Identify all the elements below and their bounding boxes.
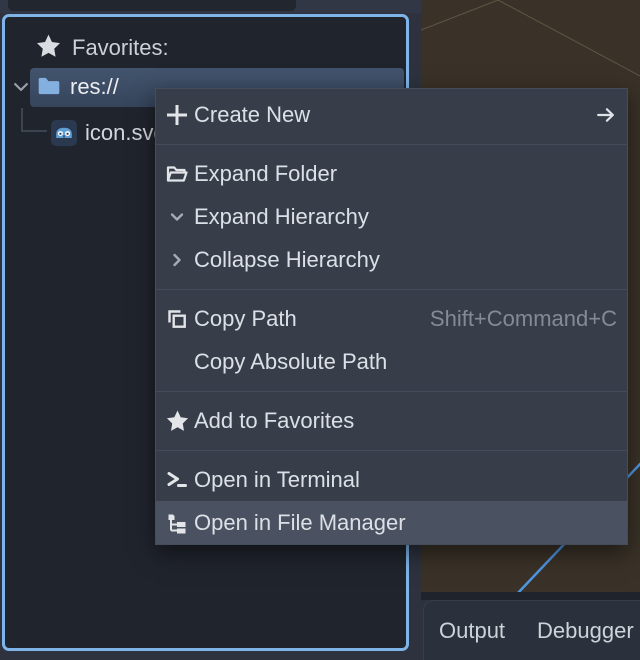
copy-icon [164,307,190,331]
tab-debugger[interactable]: Debugger [537,618,634,644]
menu-item-label: Create New [194,102,310,128]
dock-gap [421,592,640,600]
menu-item-label: Copy Absolute Path [194,349,387,375]
menu-item-expand-folder[interactable]: Expand Folder [156,152,627,195]
menu-item-expand-hierarchy[interactable]: Expand Hierarchy [156,195,627,238]
menu-item-label: Add to Favorites [194,408,354,434]
menu-separator [156,442,627,458]
menu-item-label: Expand Folder [194,161,337,187]
chevron-down-icon [164,207,190,227]
plus-icon [164,103,190,127]
favorites-label: Favorites: [72,35,169,61]
menu-item-create-new[interactable]: Create New [156,93,627,136]
tree-item-iconsvg-label[interactable]: icon.svg [85,119,166,147]
tree-guide-line [21,108,23,132]
toolbar-inset-panel [8,0,296,11]
menu-item-collapse-hierarchy[interactable]: Collapse Hierarchy [156,238,627,281]
menu-item-add-to-favorites[interactable]: Add to Favorites [156,399,627,442]
menu-item-shortcut: Shift+Command+C [430,306,617,332]
menu-item-open-in-terminal[interactable]: Open in Terminal [156,458,627,501]
filesystem-context-menu: Create New Expand Folder [155,88,628,545]
star-icon [36,33,61,63]
menu-item-copy-absolute-path[interactable]: Copy Absolute Path [156,340,627,383]
godot-editor-screen: Favorites: res:// icon.svg [0,0,640,660]
menu-item-label: Collapse Hierarchy [194,247,380,273]
menu-item-label: Expand Hierarchy [194,204,369,230]
favorites-header: Favorites: [36,34,169,62]
menu-item-label: Copy Path [194,306,297,332]
terminal-icon [164,468,190,492]
tab-output[interactable]: Output [439,618,505,644]
menu-separator [156,136,627,152]
tree-item-res-label[interactable]: res:// [70,73,119,101]
submenu-arrow-icon [595,104,617,126]
menu-item-label: Open in Terminal [194,467,360,493]
tree-guide-line [21,130,47,132]
chevron-right-icon [164,250,190,270]
menu-item-label: Open in File Manager [194,510,406,536]
menu-separator [156,383,627,399]
chevron-down-icon[interactable] [11,77,31,102]
star-icon [164,409,190,432]
menu-item-open-in-file-manager[interactable]: Open in File Manager [156,501,627,544]
file-manager-icon [164,511,190,535]
menu-item-copy-path[interactable]: Copy Path Shift+Command+C [156,297,627,340]
godot-file-icon [51,120,77,146]
bottom-panel: Output Debugger [423,600,640,660]
menu-separator [156,281,627,297]
folder-open-icon [164,162,190,186]
folder-icon [36,73,62,104]
